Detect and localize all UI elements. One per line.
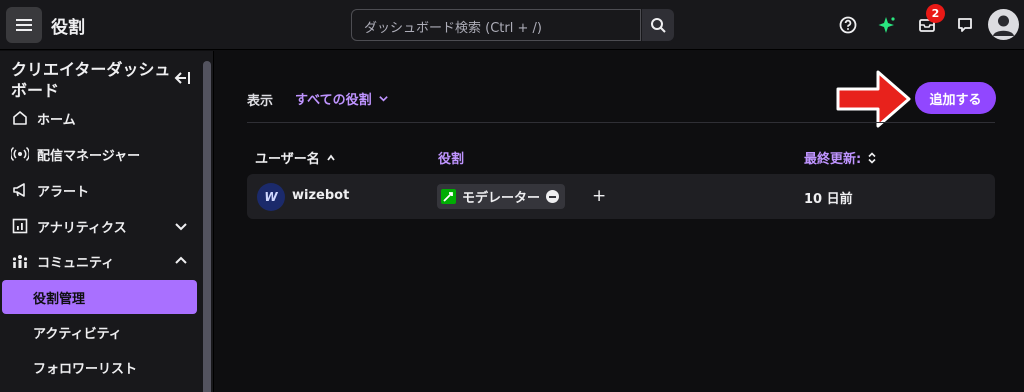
menu-button[interactable] bbox=[6, 7, 42, 43]
chevron-down-icon bbox=[378, 96, 388, 102]
avatar[interactable] bbox=[988, 9, 1019, 40]
table-row: W wizebot モデレーター + 10 日前 bbox=[247, 174, 995, 219]
chevron-up-icon bbox=[175, 256, 187, 264]
remove-role-icon[interactable] bbox=[546, 190, 560, 203]
top-bar: 役割 ダッシュボード検索 (Ctrl + /) 2 bbox=[0, 0, 1024, 50]
sidebar-item-alerts[interactable]: アラート bbox=[2, 173, 197, 207]
add-role-button[interactable]: 追加する bbox=[915, 82, 996, 114]
help-icon bbox=[839, 16, 857, 34]
row-username[interactable]: wizebot bbox=[292, 188, 349, 203]
user-icon bbox=[993, 15, 1014, 36]
whispers-button[interactable] bbox=[951, 11, 979, 39]
sidebar-item-label: コミュニティ bbox=[37, 255, 115, 271]
annotation-arrow-icon bbox=[836, 70, 911, 128]
sidebar-item-community[interactable]: コミュニティ bbox=[2, 244, 197, 278]
megaphone-icon bbox=[11, 181, 29, 199]
community-icon bbox=[11, 252, 29, 270]
user-avatar: W bbox=[257, 183, 285, 211]
sparkle-button[interactable] bbox=[873, 11, 901, 39]
sidebar-subitem-followers[interactable]: フォロワーリスト bbox=[2, 350, 197, 384]
search-input[interactable]: ダッシュボード検索 (Ctrl + /) bbox=[351, 9, 641, 41]
column-header-username[interactable]: ユーザー名 bbox=[255, 148, 336, 167]
sidebar-item-label: ホーム bbox=[37, 112, 76, 128]
sidebar-item-analytics[interactable]: アナリティクス bbox=[2, 209, 197, 243]
moderator-sword-icon bbox=[441, 189, 456, 204]
row-updated: 10 日前 bbox=[804, 192, 853, 207]
column-header-updated[interactable]: 最終更新: bbox=[804, 148, 877, 167]
page-title: 役割 bbox=[51, 18, 85, 38]
sidebar-title: クリエイターダッシュボード bbox=[11, 60, 171, 100]
sidebar-item-label: 配信マネージャー bbox=[37, 148, 141, 164]
column-header-label: ユーザー名 bbox=[255, 152, 320, 167]
search-icon bbox=[651, 18, 666, 33]
search-button[interactable] bbox=[642, 9, 674, 41]
sidebar-item-label: アラート bbox=[37, 184, 90, 200]
filter-label: 表示 bbox=[247, 94, 274, 109]
sparkle-icon bbox=[878, 17, 895, 33]
sort-asc-icon bbox=[327, 154, 335, 161]
add-role-plus-icon[interactable]: + bbox=[592, 186, 606, 206]
chat-bubble-icon bbox=[958, 18, 972, 32]
role-chip: モデレーター bbox=[437, 184, 566, 209]
home-icon bbox=[11, 109, 29, 127]
divider bbox=[247, 122, 995, 123]
column-header-label: 最終更新: bbox=[804, 152, 862, 167]
sidebar-item-label: アナリティクス bbox=[37, 220, 127, 236]
role-chip-label: モデレーター bbox=[462, 191, 541, 206]
role-filter-value: すべての役割 bbox=[295, 93, 372, 108]
analytics-icon bbox=[11, 217, 29, 235]
sort-icon bbox=[868, 151, 876, 164]
help-button[interactable] bbox=[834, 11, 862, 39]
sidebar-item-home[interactable]: ホーム bbox=[2, 101, 197, 135]
hamburger-icon bbox=[16, 19, 32, 31]
sidebar-scrollbar[interactable] bbox=[203, 61, 211, 392]
sidebar-item-stream-manager[interactable]: 配信マネージャー bbox=[2, 137, 197, 171]
column-header-role[interactable]: 役割 bbox=[438, 148, 464, 167]
notification-badge: 2 bbox=[926, 4, 945, 23]
sidebar-subitem-roles[interactable]: 役割管理 bbox=[2, 280, 197, 314]
column-header-label: 役割 bbox=[438, 152, 465, 167]
role-filter-dropdown[interactable]: すべての役割 bbox=[295, 89, 389, 108]
broadcast-icon bbox=[11, 145, 29, 163]
collapse-icon[interactable] bbox=[172, 68, 192, 88]
sidebar: クリエイターダッシュボード ホーム 配信マネージャー アラート アナリティクス … bbox=[0, 51, 214, 392]
chevron-down-icon bbox=[175, 223, 187, 231]
sidebar-subitem-activity[interactable]: アクティビティ bbox=[2, 315, 197, 349]
